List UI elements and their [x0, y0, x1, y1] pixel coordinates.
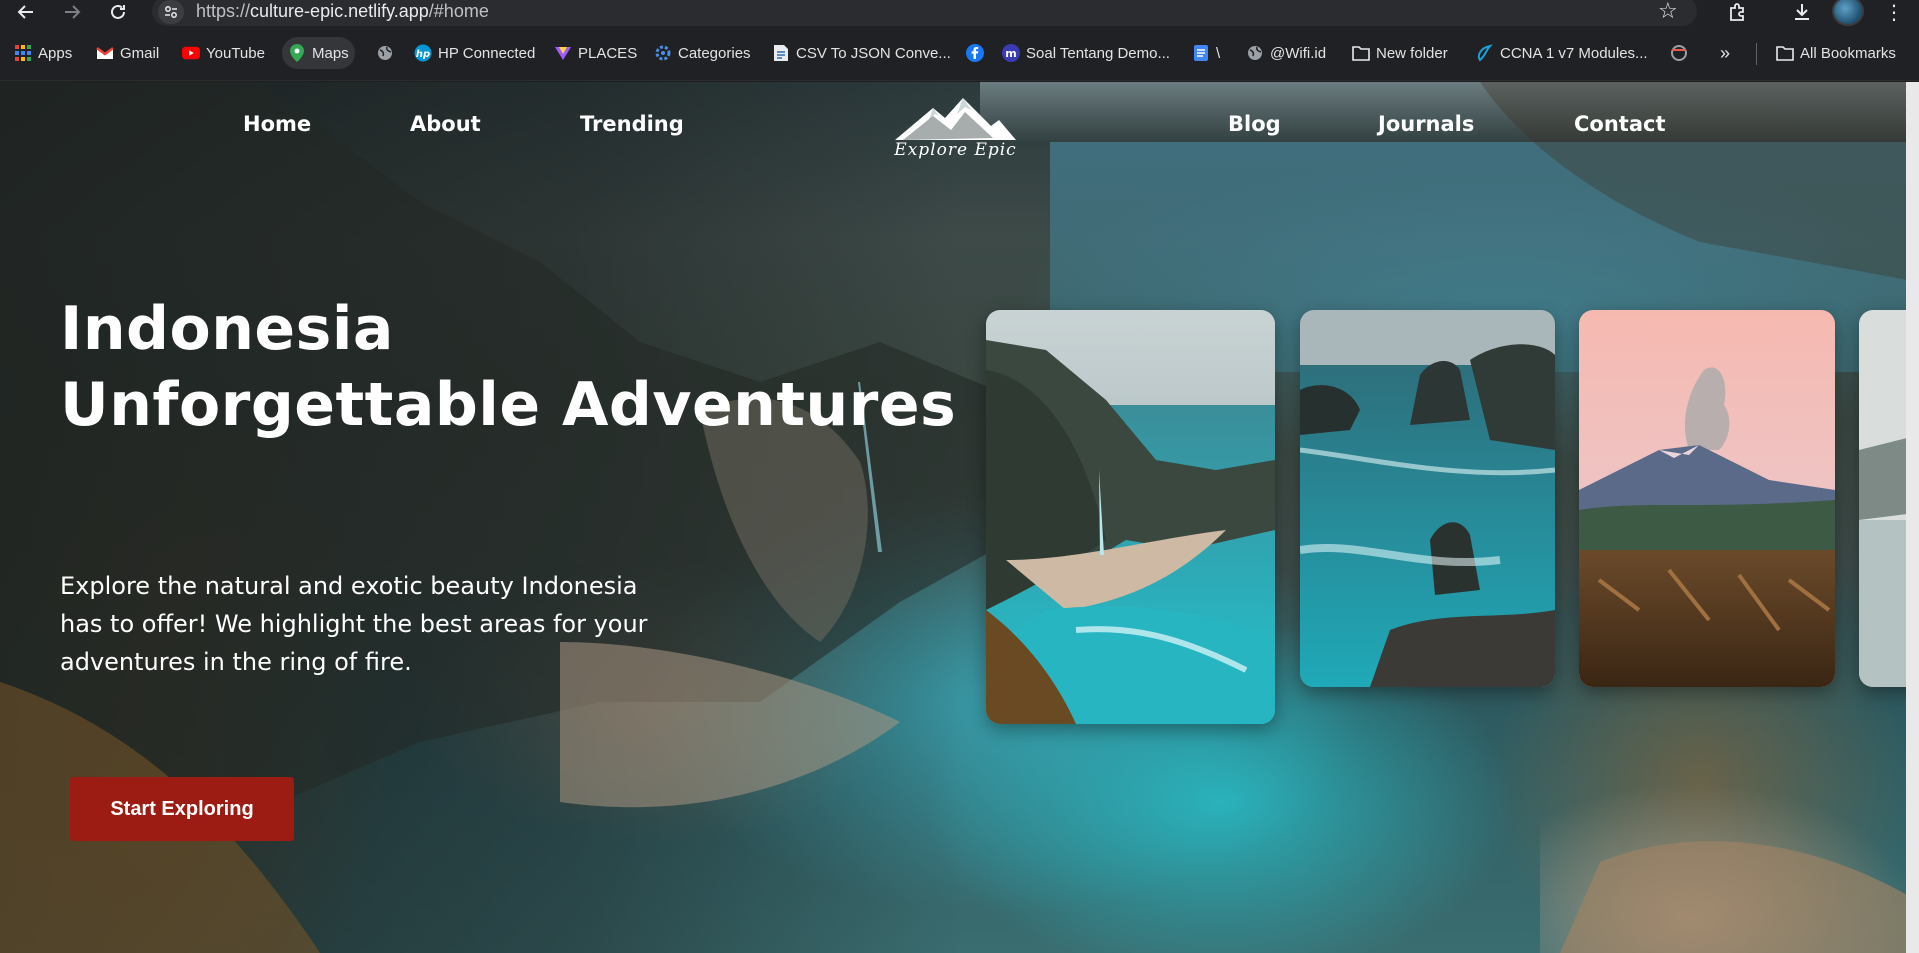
bookmark-label: CCNA 1 v7 Modules... — [1500, 44, 1648, 62]
maps-pin-icon — [288, 44, 306, 62]
all-bookmarks-label: All Bookmarks — [1800, 44, 1896, 62]
folder-icon — [1776, 44, 1794, 62]
bookmark-places[interactable]: PLACES — [548, 37, 643, 69]
web-page: Home About Trending Blog Journals Contac… — [0, 82, 1919, 953]
arrow-left-icon — [17, 5, 33, 19]
start-exploring-button[interactable]: Start Exploring — [70, 777, 294, 841]
forward-button[interactable] — [58, 0, 86, 24]
sea-stacks-image — [1300, 310, 1555, 687]
bookmark-globe[interactable] — [370, 37, 400, 69]
site-logo[interactable]: Explore Epic — [893, 96, 1018, 166]
bookmark-facebook[interactable] — [960, 37, 990, 69]
url-scheme: https:// — [196, 1, 251, 21]
profile-avatar[interactable] — [1832, 0, 1864, 26]
coastal-cliff-image — [986, 310, 1275, 724]
nav-contact-link[interactable]: Contact — [1574, 112, 1666, 136]
nav-journals-link[interactable]: Journals — [1378, 112, 1474, 136]
bookmark-label: Gmail — [120, 44, 160, 62]
logo-text: Explore Epic — [894, 140, 1017, 160]
nav-about-link[interactable]: About — [410, 112, 481, 136]
hero-title-line-1: Indonesia — [60, 294, 394, 364]
bookmark-categories[interactable]: Categories — [648, 37, 757, 69]
extensions-button[interactable] — [1725, 0, 1749, 24]
bookmark-maps[interactable]: Maps — [282, 37, 355, 69]
menu-kebab-icon[interactable]: ⋮ — [1884, 0, 1904, 24]
more-bookmarks-chevron-icon[interactable]: » — [1714, 37, 1736, 69]
bookmark-label: \ — [1216, 44, 1221, 62]
ccna-icon — [1476, 44, 1494, 62]
svg-text:m: m — [1005, 47, 1016, 60]
hero-title-line-2: Unforgettable Adventures — [60, 370, 957, 440]
globe-icon — [376, 44, 394, 62]
bookmark-extension[interactable] — [1664, 37, 1694, 69]
bookmark-wifi-id[interactable]: @Wifi.id — [1240, 37, 1332, 69]
tune-icon — [165, 6, 177, 18]
download-icon — [1795, 4, 1809, 20]
bookmark-label: @Wifi.id — [1270, 44, 1327, 62]
svg-text:hp: hp — [416, 49, 430, 60]
browser-toolbar: https://culture-epic.netlify.app/#home ☆… — [0, 0, 1919, 27]
categories-icon — [654, 44, 672, 62]
reload-button[interactable] — [104, 0, 132, 24]
bookmark-label: PLACES — [578, 44, 638, 62]
destination-card-sea-stacks[interactable] — [1300, 310, 1555, 687]
mountain-logo-icon — [895, 98, 1016, 140]
puzzle-icon — [1730, 3, 1744, 21]
all-bookmarks[interactable]: All Bookmarks — [1770, 37, 1902, 69]
facebook-icon — [966, 44, 984, 62]
hero-description: Explore the natural and exotic beauty In… — [60, 572, 648, 676]
bookmark-apps[interactable]: Apps — [8, 37, 78, 69]
bookmark-csv-to-json[interactable]: CSV To JSON Conve... — [766, 37, 957, 69]
m-badge-icon: m — [1002, 44, 1020, 62]
destination-card-volcano[interactable] — [1579, 310, 1835, 687]
apps-grid-icon — [14, 44, 32, 62]
folder-icon — [1352, 44, 1370, 62]
bookmark-label: YouTube — [206, 44, 265, 62]
extension-icon — [1670, 44, 1688, 62]
nav-home-link[interactable]: Home — [243, 112, 311, 136]
page-scrollbar[interactable] — [1906, 82, 1919, 953]
url-text[interactable]: https://culture-epic.netlify.app/#home — [196, 0, 489, 24]
bookmark-ccna[interactable]: CCNA 1 v7 Modules... — [1470, 37, 1654, 69]
places-icon — [554, 44, 572, 62]
arrow-right-icon — [65, 5, 81, 19]
bookmark-docs[interactable]: \ — [1186, 37, 1226, 69]
hp-icon: hp — [414, 44, 432, 62]
bookmark-label: New folder — [1376, 44, 1448, 62]
bookmarks-divider — [1756, 43, 1757, 65]
bookmark-label: Categories — [678, 44, 751, 62]
document-icon — [772, 44, 790, 62]
docs-icon — [1192, 44, 1210, 62]
site-info-button[interactable] — [158, 0, 184, 24]
bookmark-youtube[interactable]: YouTube — [176, 37, 271, 69]
bookmark-label: Maps — [312, 44, 349, 62]
url-path: /#home — [428, 1, 489, 21]
bookmark-star-icon[interactable]: ☆ — [1658, 0, 1678, 22]
bookmark-label: Soal Tentang Demo... — [1026, 44, 1170, 62]
bookmark-label: HP Connected — [438, 44, 536, 62]
bookmark-soal-tentang[interactable]: m Soal Tentang Demo... — [996, 37, 1176, 69]
volcano-image — [1579, 310, 1835, 687]
reload-icon — [111, 4, 125, 19]
bookmark-label: CSV To JSON Conve... — [796, 44, 951, 62]
nav-blog-link[interactable]: Blog — [1228, 112, 1281, 136]
bookmark-hp-connected[interactable]: hp HP Connected — [408, 37, 541, 69]
youtube-icon — [182, 44, 200, 62]
back-button[interactable] — [12, 0, 40, 24]
bookmark-new-folder[interactable]: New folder — [1346, 37, 1454, 69]
bookmark-label: Apps — [38, 44, 73, 62]
url-host: culture-epic.netlify.app — [250, 1, 429, 21]
bookmarks-bar: Apps Gmail YouTube Maps hp HP Connected … — [0, 27, 1919, 81]
downloads-button[interactable] — [1790, 0, 1814, 24]
destination-card-coastal-cliff[interactable] — [986, 310, 1275, 724]
globe-icon — [1246, 44, 1264, 62]
gmail-icon — [96, 44, 114, 62]
nav-trending-link[interactable]: Trending — [580, 112, 684, 136]
bookmark-gmail[interactable]: Gmail — [90, 37, 165, 69]
